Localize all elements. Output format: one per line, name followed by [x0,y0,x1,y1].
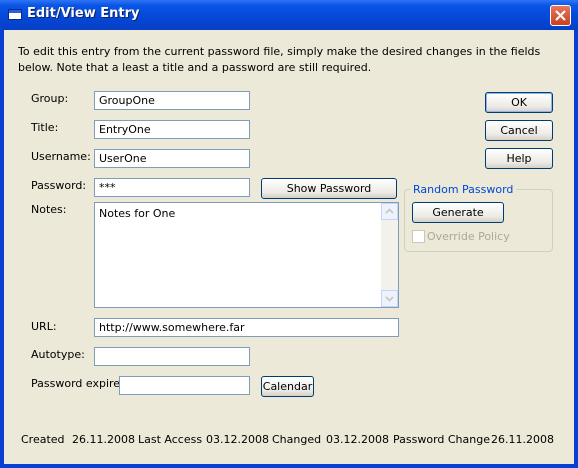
intro-text: To edit this entry from the current pass… [18,45,541,74]
password-field[interactable]: *** [94,178,250,197]
scroll-up-button[interactable] [381,203,398,220]
window-icon [8,9,22,20]
changed-label: Changed [272,433,322,446]
created-label: Created [21,433,65,446]
show-password-button[interactable]: Show Password [261,178,397,199]
scroll-down-button[interactable] [381,290,398,307]
last-access-label: Last Access [138,433,203,446]
password-change-value: 26.11.2008 [491,433,554,446]
title-label: Title: [31,121,59,134]
ok-button[interactable]: OK [485,92,553,113]
edit-entry-window: Edit/View Entry To edit this entry from … [0,0,578,468]
password-expires-label: Password expires: [31,377,130,390]
autotype-field[interactable] [94,347,250,366]
notes-scrollbar[interactable] [381,203,398,307]
window-title: Edit/View Entry [27,6,140,21]
username-label: Username: [31,150,91,163]
override-policy-checkbox[interactable] [412,230,425,243]
url-label: URL: [31,320,57,333]
autotype-label: Autotype: [31,348,85,361]
help-button[interactable]: Help [485,148,553,169]
dialog-body: To edit this entry from the current pass… [4,30,574,464]
title-bar[interactable]: Edit/View Entry [0,0,578,30]
notes-text: Notes for One [99,207,176,220]
url-field[interactable]: http://www.somewhere.far [94,318,399,337]
username-field[interactable]: UserOne [94,149,250,168]
changed-value: 03.12.2008 [326,433,389,446]
cancel-button[interactable]: Cancel [485,120,553,141]
notes-textarea[interactable]: Notes for One [94,202,399,308]
close-icon [555,10,566,21]
password-label: Password: [31,179,87,192]
generate-button[interactable]: Generate [412,202,504,223]
password-change-label: Password Change [393,433,490,446]
override-policy-label: Override Policy [427,230,510,243]
chevron-up-icon [385,208,394,214]
created-value: 26.11.2008 [72,433,135,446]
calendar-button[interactable]: Calendar [261,376,314,397]
group-field[interactable]: GroupOne [94,91,250,110]
title-field[interactable]: EntryOne [94,120,250,139]
password-expires-field[interactable] [119,376,250,395]
close-button[interactable] [550,5,571,26]
last-access-value: 03.12.2008 [206,433,269,446]
random-password-group-title: Random Password [410,183,517,196]
group-label: Group: [31,92,69,105]
chevron-down-icon [385,296,394,302]
notes-label: Notes: [31,203,67,216]
